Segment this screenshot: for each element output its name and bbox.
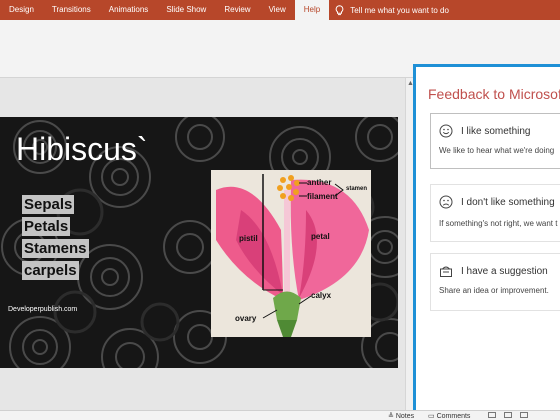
feedback-option-description: Share an idea or improvement. bbox=[439, 286, 549, 295]
suggestion-icon bbox=[440, 266, 452, 277]
hibiscus-diagram-image: anther filament stamen pistil petal caly… bbox=[211, 170, 371, 337]
label-stamen: stamen bbox=[346, 186, 368, 192]
tell-me-label: Tell me what you want to do bbox=[350, 5, 449, 15]
bullet-item: Stamens bbox=[22, 239, 89, 258]
ribbon-tab-bar: Design Transitions Animations Slide Show… bbox=[0, 0, 560, 20]
bullet-item: Petals bbox=[22, 217, 71, 236]
view-buttons bbox=[482, 412, 528, 420]
frown-icon bbox=[439, 195, 453, 209]
label-calyx: calyx bbox=[311, 291, 332, 300]
notes-icon: ≜ bbox=[388, 413, 394, 420]
feedback-option-label: I like something bbox=[461, 125, 531, 137]
comments-icon: ▭ bbox=[428, 413, 435, 420]
reading-view-icon[interactable] bbox=[519, 412, 528, 418]
comments-button[interactable]: ▭ Comments bbox=[428, 412, 470, 420]
bullet-item: Sepals bbox=[22, 195, 75, 214]
slide-credit-text: Developerpublish.com bbox=[8, 306, 78, 313]
feedback-option-description: If something's not right, we want t bbox=[439, 219, 558, 228]
tab-slide-show[interactable]: Slide Show bbox=[157, 0, 215, 20]
feedback-option-like[interactable]: I like something We like to hear what we… bbox=[430, 113, 560, 169]
feedback-pane: Feedback to Microsoft I like something W… bbox=[413, 64, 560, 416]
notes-label: Notes bbox=[395, 413, 415, 420]
label-anther: anther bbox=[307, 178, 332, 187]
feedback-option-description: We like to hear what we're doing bbox=[439, 146, 555, 155]
bullet-item: carpels bbox=[22, 261, 79, 280]
label-ovary: ovary bbox=[235, 314, 257, 323]
tab-help[interactable]: Help bbox=[294, 0, 330, 20]
notes-button[interactable]: ≜ Notes bbox=[388, 412, 414, 420]
tab-design[interactable]: Design bbox=[0, 0, 43, 20]
comments-label: Comments bbox=[436, 413, 471, 420]
feedback-option-dislike[interactable]: I don't like something If something's no… bbox=[430, 184, 560, 242]
slide-canvas[interactable]: Hibiscus` Sepals Petals Stamens carpels … bbox=[0, 117, 398, 368]
tab-review[interactable]: Review bbox=[215, 0, 259, 20]
smile-icon bbox=[439, 124, 453, 138]
slide-title: Hibiscus` bbox=[16, 131, 148, 167]
lightbulb-icon bbox=[335, 4, 344, 15]
hibiscus-flower-icon bbox=[211, 170, 371, 337]
feedback-pane-title: Feedback to Microsoft bbox=[428, 86, 560, 102]
tab-animations[interactable]: Animations bbox=[100, 0, 158, 20]
slide-bullet-list: Sepals Petals Stamens carpels bbox=[22, 195, 89, 283]
tab-view[interactable]: View bbox=[260, 0, 295, 20]
status-bar: ≜ Notes ▭ Comments bbox=[0, 410, 560, 420]
feedback-option-label: I don't like something bbox=[461, 196, 555, 208]
tell-me-box[interactable]: Tell me what you want to do bbox=[335, 4, 449, 16]
label-filament: filament bbox=[307, 192, 338, 201]
feedback-option-suggestion[interactable]: I have a suggestion Share an idea or imp… bbox=[430, 253, 560, 311]
label-petal: petal bbox=[311, 232, 330, 241]
tab-transitions[interactable]: Transitions bbox=[43, 0, 100, 20]
normal-view-icon[interactable] bbox=[488, 412, 496, 418]
feedback-option-label: I have a suggestion bbox=[461, 265, 548, 277]
label-pistil: pistil bbox=[239, 234, 258, 243]
slide-sorter-icon[interactable] bbox=[503, 412, 512, 418]
